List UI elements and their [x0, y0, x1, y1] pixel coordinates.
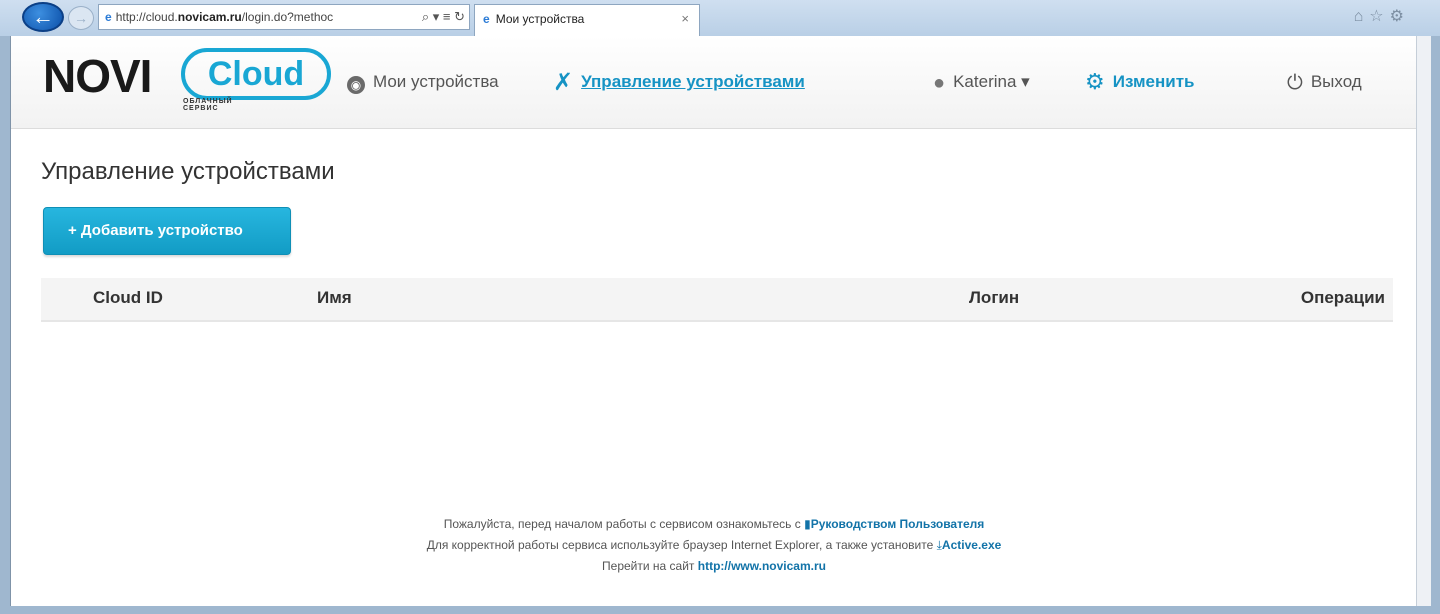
url-host: novicam.ru [177, 10, 242, 24]
globe-icon: ◉ [347, 76, 365, 94]
gear-icon: ⚙ [1085, 69, 1105, 94]
chevron-down-icon: ▾ [1021, 72, 1030, 91]
user-menu[interactable]: ● Katerina ▾ [933, 70, 1030, 95]
tools-icon: ✗ [553, 69, 574, 96]
footer-line-manual: Пожалуйста, перед началом работы с серви… [11, 514, 1417, 535]
nav-manage-devices[interactable]: ✗ Управление устройствами [553, 70, 805, 95]
nav-logout[interactable]: ⏻ Выход [1287, 70, 1362, 95]
add-device-button[interactable]: + Добавить устройство [43, 207, 291, 255]
column-login[interactable]: Логин [969, 288, 1019, 308]
power-icon: ⏻ [1287, 72, 1303, 94]
ie-icon: e [105, 10, 112, 24]
home-star-gear-icons[interactable]: ⌂☆⚙ [1354, 6, 1410, 26]
user-name: Katerina [953, 72, 1017, 91]
url-prefix: http://cloud. [115, 10, 178, 24]
page-title: Управление устройствами [41, 158, 335, 185]
nav-my-devices[interactable]: ◉ Мои устройства [347, 70, 499, 94]
footer-activex-text: Для корректной работы сервиса используйт… [426, 538, 934, 552]
logo-subtitle: ОБЛАЧНЫЙ СЕРВИС [183, 98, 233, 112]
column-operations: Операции [1300, 288, 1385, 307]
footer: Пожалуйста, перед началом работы с серви… [11, 514, 1417, 577]
nav-edit-label: Изменить [1112, 72, 1195, 91]
nav-manage-devices-label: Управление устройствами [581, 72, 805, 91]
address-bar[interactable]: e http://cloud.novicam.ru/login.do?methoc… [98, 4, 470, 30]
column-name[interactable]: Имя [317, 288, 352, 308]
nav-edit[interactable]: ⚙ Изменить [1085, 70, 1195, 94]
close-icon[interactable]: × [681, 5, 689, 33]
activex-download-link[interactable]: Active.exe [942, 538, 1001, 552]
ie-icon: e [483, 12, 490, 26]
browser-tab[interactable]: e Мои устройства × [474, 4, 700, 36]
nav-logout-label: Выход [1310, 72, 1362, 91]
column-cloud-id[interactable]: Cloud ID [93, 288, 163, 308]
forward-button[interactable]: → [68, 6, 94, 30]
footer-line-activex: Для корректной работы сервиса используйт… [11, 535, 1417, 556]
site-link[interactable]: http://www.novicam.ru [698, 559, 826, 573]
url-rest: /login.do?methoc [241, 10, 334, 24]
logo[interactable]: NOVI Cloud ОБЛАЧНЫЙ СЕРВИС [43, 48, 331, 112]
browser-toolbar: ← → e http://cloud.novicam.ru/login.do?me… [0, 0, 1440, 36]
nav-my-devices-label: Мои устройства [373, 72, 499, 91]
user-manual-link[interactable]: Руководством Пользователя [811, 517, 985, 531]
document-icon: ▮ [804, 517, 811, 531]
logo-main-text: NOVI [43, 50, 152, 102]
page-viewport: NOVI Cloud ОБЛАЧНЫЙ СЕРВИС ◉ Мои устройст… [10, 36, 1418, 606]
footer-line-site: Перейти на сайт http://www.novicam.ru [11, 556, 1417, 577]
top-navbar: NOVI Cloud ОБЛАЧНЫЙ СЕРВИС ◉ Мои устройст… [11, 36, 1417, 129]
devices-table-header: Cloud ID Имя Логин Операции [41, 278, 1393, 322]
tab-title: Мои устройства [495, 12, 585, 26]
footer-manual-text: Пожалуйста, перед началом работы с серви… [443, 517, 801, 531]
logo-cloud-text: Cloud [181, 48, 331, 100]
footer-site-text: Перейти на сайт [602, 559, 695, 573]
vertical-scrollbar[interactable] [1416, 36, 1431, 606]
user-icon: ● [933, 72, 946, 94]
address-tools-icons[interactable]: ⌕ ▾ ≡ ↻ [422, 5, 465, 29]
back-button[interactable]: ← [22, 2, 64, 32]
